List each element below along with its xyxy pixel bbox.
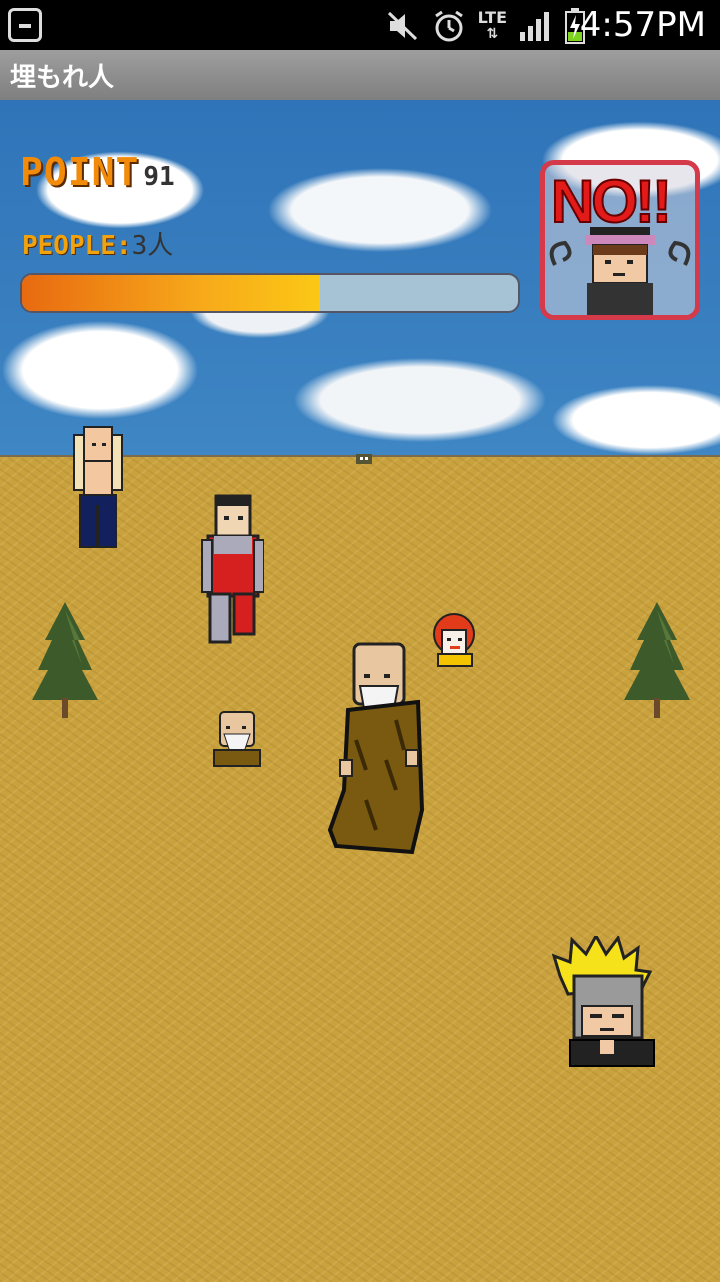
- red-silver-hero-sprite[interactable]: [200, 494, 264, 646]
- lte-label: LTE: [477, 8, 507, 27]
- point-display: POINT 91: [20, 150, 175, 194]
- signal-icon: [520, 12, 549, 41]
- people-label: PEOPLE:: [22, 231, 132, 261]
- ground-field[interactable]: [0, 455, 720, 1282]
- app-title: 埋もれ人: [10, 63, 115, 93]
- spiky-hair-gray-face-sprite[interactable]: [552, 936, 658, 1068]
- point-value: 91: [143, 162, 175, 192]
- progress-bar: [20, 273, 520, 313]
- status-icons: LTE ⇅: [386, 8, 585, 44]
- mute-icon: [387, 11, 417, 41]
- no-button[interactable]: NO!!: [540, 160, 700, 320]
- people-value: 3人: [131, 231, 174, 261]
- status-time: 4:57PM: [579, 5, 706, 45]
- status-bar: LTE ⇅ 4:57PM: [0, 0, 720, 50]
- alarm-icon: [434, 10, 463, 42]
- tiny-distant-person-sprite[interactable]: [354, 452, 374, 466]
- app-bar: 埋もれ人: [0, 50, 720, 100]
- pine-tree-right: [624, 602, 690, 718]
- buried-old-man-sprite[interactable]: [212, 708, 264, 768]
- progress-fill: [22, 275, 320, 311]
- lte-icon: LTE ⇅: [477, 8, 507, 43]
- no-label: NO!!: [550, 167, 673, 236]
- old-monk-robe-sprite[interactable]: [326, 640, 430, 856]
- clown-head-sprite[interactable]: [432, 612, 478, 668]
- point-label: POINT: [20, 150, 140, 194]
- bald-long-hair-man-sprite[interactable]: [66, 425, 130, 550]
- people-display: PEOPLE:3人: [22, 225, 173, 262]
- pine-tree-left: [32, 602, 98, 718]
- back-icon[interactable]: [8, 8, 42, 42]
